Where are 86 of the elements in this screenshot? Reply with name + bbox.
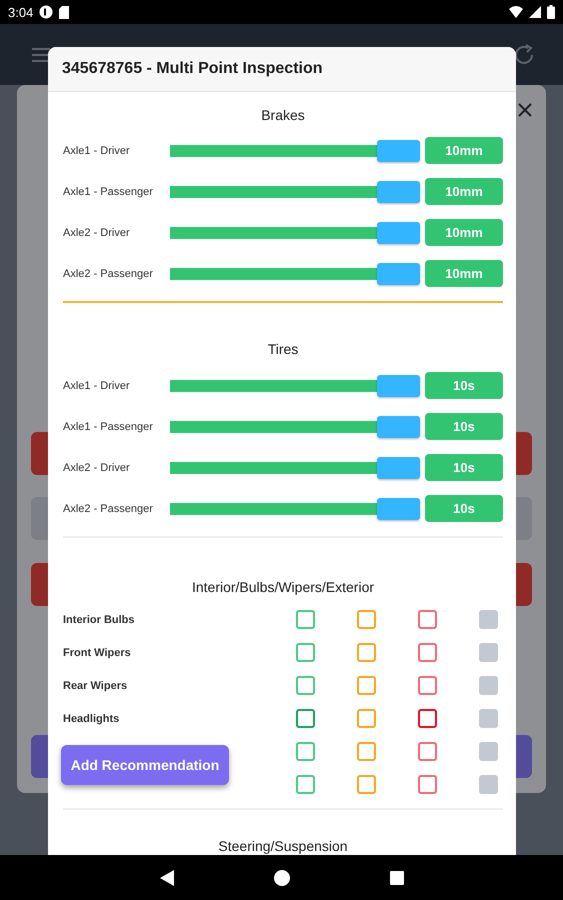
value-chip: 10mm (425, 137, 503, 164)
slider[interactable] (170, 374, 420, 396)
slider[interactable] (170, 180, 420, 202)
checkbox[interactable] (296, 610, 315, 629)
checkbox[interactable] (479, 643, 498, 662)
row-label: Axle1 - Passenger (63, 420, 154, 432)
slider-thumb[interactable] (377, 180, 420, 202)
checkbox[interactable] (357, 709, 376, 728)
row-label: Axle2 - Driver (63, 462, 131, 474)
home-icon[interactable] (274, 870, 290, 886)
slider-thumb[interactable] (377, 498, 420, 520)
checkbox[interactable] (296, 709, 315, 728)
app-icon (39, 5, 54, 19)
add-recommendation-button[interactable]: Add Recommendation (61, 745, 229, 785)
section-title: Interior/Bulbs/Wipers/Exterior (190, 578, 376, 597)
value-chip: 10s (425, 372, 503, 399)
checkbox[interactable] (418, 610, 437, 629)
checkbox[interactable] (357, 676, 376, 695)
row-label: Axle2 - Driver (63, 226, 131, 238)
row-label: Axle1 - Driver (63, 144, 131, 156)
back-icon[interactable] (160, 870, 174, 886)
section-title: Tires (266, 340, 300, 359)
row-label: Axle1 - Driver (63, 380, 131, 392)
dialog-title: 345678765 - Multi Point Inspection (48, 47, 516, 92)
checkbox[interactable] (479, 610, 498, 629)
battery-icon (547, 5, 555, 19)
slider-thumb[interactable] (377, 374, 420, 396)
slider[interactable] (170, 416, 420, 438)
checkbox[interactable] (479, 775, 498, 794)
checkbox[interactable] (479, 742, 498, 761)
section-title: Brakes (260, 106, 306, 125)
row-label: Axle2 - Passenger (63, 502, 154, 514)
checkbox[interactable] (418, 676, 437, 695)
menu-icon[interactable] (32, 48, 50, 62)
sd-card-icon (59, 6, 70, 18)
row-label: Front Wipers (63, 646, 132, 658)
wifi-icon (509, 6, 523, 18)
section-title: Steering/Suspension (217, 837, 349, 855)
slider[interactable] (170, 222, 420, 244)
checkbox[interactable] (357, 742, 376, 761)
row-label: Headlights (63, 712, 120, 724)
checkbox[interactable] (296, 775, 315, 794)
checkbox[interactable] (357, 643, 376, 662)
checkbox[interactable] (418, 742, 437, 761)
slider[interactable] (170, 456, 420, 478)
slider[interactable] (170, 498, 420, 520)
status-time: 3:04 (8, 4, 34, 20)
button-edge (516, 735, 532, 778)
checkbox[interactable] (357, 610, 376, 629)
value-chip: 10mm (425, 219, 503, 246)
row-label: Rear Wipers (63, 680, 128, 692)
value-chip: 10s (425, 413, 503, 440)
slider[interactable] (170, 140, 420, 162)
row-label: Axle2 - Passenger (63, 268, 154, 280)
refresh-icon[interactable] (513, 44, 535, 66)
checkbox[interactable] (418, 775, 437, 794)
slider-thumb[interactable] (377, 140, 420, 162)
checkbox[interactable] (418, 709, 437, 728)
slider-thumb[interactable] (377, 222, 420, 244)
checkbox[interactable] (479, 676, 498, 695)
checkbox[interactable] (418, 643, 437, 662)
button-edge (516, 497, 532, 540)
slider-thumb[interactable] (377, 456, 420, 478)
button-edge (516, 563, 532, 606)
slider-thumb[interactable] (377, 416, 420, 438)
slider[interactable] (170, 262, 420, 284)
row-label: Interior Bulbs (63, 614, 136, 626)
checkbox[interactable] (479, 709, 498, 728)
close-icon[interactable] (518, 103, 532, 117)
checkbox[interactable] (296, 676, 315, 695)
button-edge (31, 432, 48, 475)
checkbox[interactable] (357, 775, 376, 794)
row-label: Axle1 - Passenger (63, 186, 154, 198)
value-chip: 10mm (425, 178, 503, 205)
recents-icon[interactable] (390, 870, 404, 884)
button-edge (516, 432, 532, 475)
button-edge (31, 563, 48, 606)
slider-thumb[interactable] (377, 262, 420, 284)
button-edge (31, 497, 48, 540)
checkbox[interactable] (296, 643, 315, 662)
signal-icon (529, 6, 541, 18)
value-chip: 10s (425, 454, 503, 481)
value-chip: 10mm (425, 260, 503, 287)
checkbox[interactable] (296, 742, 315, 761)
value-chip: 10s (425, 495, 503, 522)
button-edge (31, 735, 48, 778)
